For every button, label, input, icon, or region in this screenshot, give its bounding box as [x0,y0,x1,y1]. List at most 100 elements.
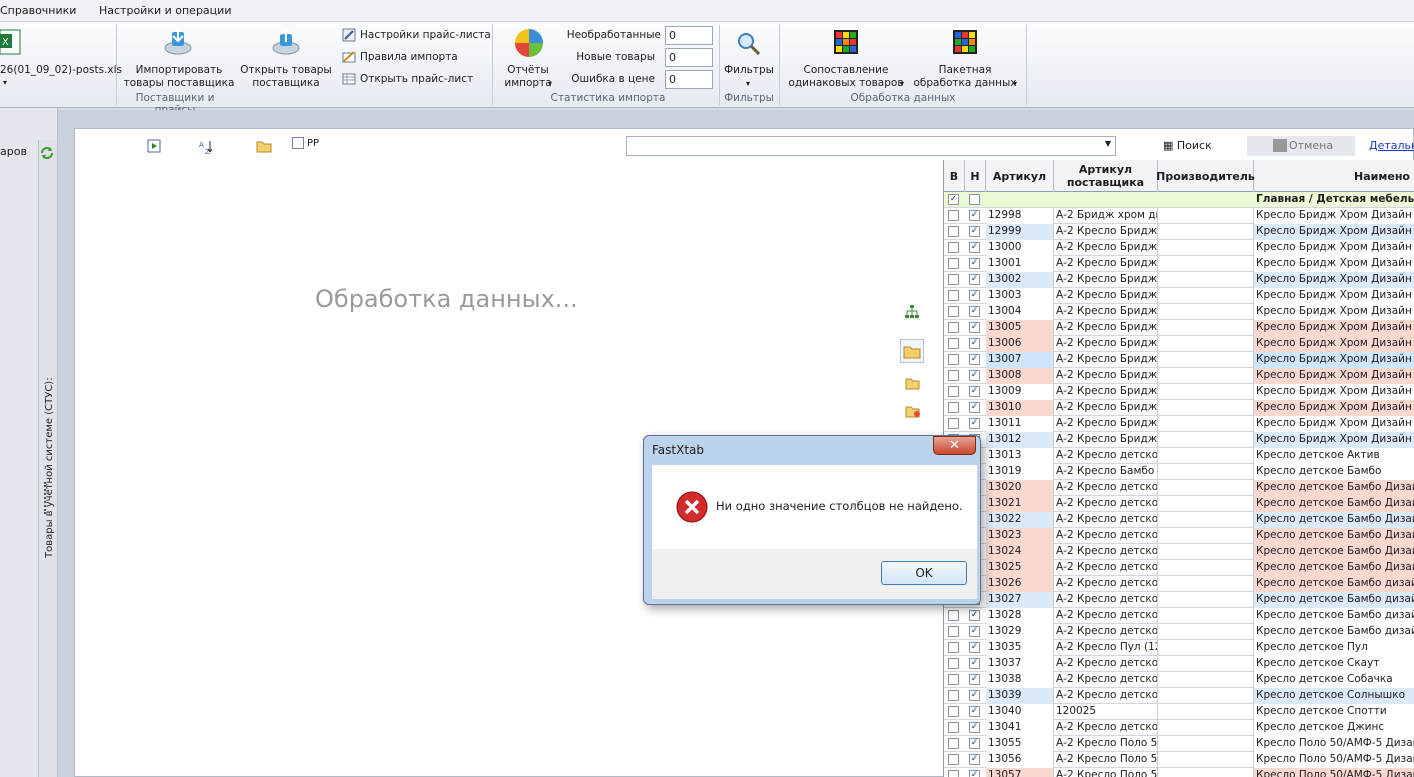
table-row[interactable]: ✓ 13055 А-2 Кресло Поло 50 Кресло Поло 50/А… [944,736,1414,752]
row-checkbox-v[interactable] [948,322,959,333]
column-header-manufacturer[interactable]: Производитель [1156,160,1255,192]
row-checkbox-n[interactable]: ✓ [969,322,980,333]
pp-checkbox[interactable] [292,137,304,149]
row-checkbox-n[interactable]: ✓ [969,402,980,413]
table-row[interactable]: ✓ 12998 А-2 Бридж хром ди Кресло Бридж Хром… [944,208,1414,224]
table-row[interactable]: ✓13019А-2 Кресло Бамбо (Кресло детское Б… [944,464,1414,480]
open-goods-icon[interactable] [271,26,301,56]
row-checkbox-v[interactable] [948,354,959,365]
batch-processing-button[interactable]: Пакетная обработка данных [908,64,1022,90]
table-row[interactable]: ✓ 13035 А-2 Кресло Пул (12 Кресло детское П… [944,640,1414,656]
table-row[interactable]: ✓ 13004 А-2 Кресло Бридж Х Кресло Бридж Хро… [944,304,1414,320]
column-header-n[interactable]: Н [965,160,986,192]
row-checkbox-v[interactable] [948,290,959,301]
filters-button[interactable]: Фильтры [722,64,776,77]
table-row[interactable]: ✓13023А-2 Кресло детскоеКресло детское Б… [944,528,1414,544]
table-row[interactable]: ✓13027А-2 Кресло детскоеКресло детское Б… [944,592,1414,608]
row-checkbox-n[interactable]: ✓ [969,226,980,237]
chevron-down-icon[interactable]: ▾ [548,77,552,90]
row-checkbox-v[interactable] [948,706,959,717]
table-row[interactable]: ✓ 13029 А-2 Кресло детское Кресло детское Б… [944,624,1414,640]
search-button[interactable]: ▦ Поиск [1163,139,1212,152]
compare-same-goods-button[interactable]: Сопоставление одинаковых товаров [782,64,910,90]
table-row[interactable]: ✓13026А-2 Кресло детскоеКресло детское Б… [944,576,1414,592]
column-header-article[interactable]: Артикул [986,160,1054,192]
row-checkbox-v[interactable] [948,402,959,413]
open-supplier-goods-button[interactable]: Открыть товары поставщика [238,64,334,90]
table-row[interactable]: ✓ 13001 А-2 Кресло Бридж Х Кресло Бридж Хро… [944,256,1414,272]
row-checkbox-v[interactable] [948,418,959,429]
table-row[interactable]: ✓ 13007 А-2 Кресло Бридж Х Кресло Бридж Хро… [944,352,1414,368]
folder-open-icon[interactable] [905,376,921,390]
rubik-cube-icon[interactable] [951,28,979,56]
chevron-down-icon[interactable]: ▾ [3,76,7,89]
column-header-name[interactable]: Наимено [1254,160,1414,192]
table-row[interactable]: ✓ 13008 А-2 Кресло Бридж Х Кресло Бридж Хро… [944,368,1414,384]
row-checkbox-v[interactable] [948,770,959,777]
row-checkbox-n[interactable]: ✓ [969,338,980,349]
run-icon[interactable] [147,139,161,153]
table-row[interactable]: ✓13012А-2 Кресло Бридж ХКресло Бридж Хро… [944,432,1414,448]
row-checkbox-n[interactable]: ✓ [969,258,980,269]
table-row[interactable]: ✓ 13000 А-2 Кресло Бридж Х Кресло Бридж Хро… [944,240,1414,256]
column-header-supplier-article[interactable]: Артикул поставщика [1054,160,1158,192]
row-checkbox-n[interactable]: ✓ [969,674,980,685]
table-row[interactable]: ✓ 13038 А-2 Кресло детское Кресло детское С… [944,672,1414,688]
row-checkbox-v[interactable] [948,690,959,701]
table-row[interactable]: ✓ 13009 А-2 Кресло Бридж Х Кресло Бридж Хро… [944,384,1414,400]
table-row[interactable]: ✓13022А-2 Кресло детскоеКресло детское Б… [944,512,1414,528]
table-row[interactable]: ✓13020А-2 Кресло детскоКресло детское Ба… [944,480,1414,496]
table-row[interactable]: ✓13025А-2 Кресло детскоеКресло детское Б… [944,560,1414,576]
table-row[interactable]: ✓ 13037 А-2 Кресло детское Кресло детское С… [944,656,1414,672]
filter-combobox[interactable]: ▼ [626,136,1116,156]
table-row[interactable]: ✓ 13041 А-2 Кресло детское Кресло детское Д… [944,720,1414,736]
row-checkbox-n[interactable]: ✓ [969,738,980,749]
row-checkbox-n[interactable]: ✓ [969,354,980,365]
pie-chart-icon[interactable] [514,28,544,58]
price-list-settings-button[interactable]: Настройки прайс-листа [360,29,491,42]
table-row[interactable]: ✓13013А-2 Кресло детскоеКресло детское А… [944,448,1414,464]
row-checkbox-n[interactable]: ✓ [969,290,980,301]
menu-reference-books[interactable]: Справочники [0,4,76,17]
table-row[interactable]: ✓ 13003 А-2 Кресло Бридж Х Кресло Бридж Хро… [944,288,1414,304]
menu-settings-operations[interactable]: Настройки и операции [99,4,231,17]
chevron-down-icon[interactable]: ▾ [900,77,904,90]
chevron-down-icon[interactable]: ▼ [1105,139,1111,148]
row-checkbox-v[interactable] [948,338,959,349]
chevron-down-icon[interactable]: ▾ [746,77,750,90]
table-row[interactable]: ✓ 13011 А-2 Кресло Бридж Х Кресло Бридж Хро… [944,416,1414,432]
row-checkbox-n[interactable]: ✓ [969,242,980,253]
import-icon[interactable] [163,26,193,56]
row-checkbox-n[interactable]: ✓ [969,210,980,221]
import-rules-button[interactable]: Правила импорта [360,51,458,64]
splitter-grip[interactable] [44,482,48,514]
row-checkbox-v[interactable] [948,258,959,269]
row-checkbox-v[interactable] [948,210,959,221]
tree-icon[interactable] [904,305,920,319]
ok-button[interactable]: OK [881,561,967,585]
row-checkbox-n[interactable]: ✓ [969,610,980,621]
row-checkbox-n[interactable]: ✓ [969,306,980,317]
table-row[interactable]: ✓ 13039 А-2 Кресло детское Кресло детское С… [944,688,1414,704]
column-header-v[interactable]: В [944,160,965,192]
row-checkbox-v[interactable] [948,754,959,765]
excel-file-icon[interactable]: X [0,28,22,56]
row-checkbox-n[interactable]: ✓ [969,690,980,701]
group-checkbox-n[interactable] [969,194,980,205]
folder-lock-icon[interactable] [900,339,924,363]
import-supplier-goods-button[interactable]: Импортировать товары поставщика [120,64,238,90]
row-checkbox-n[interactable]: ✓ [969,722,980,733]
row-checkbox-v[interactable] [948,626,959,637]
row-checkbox-v[interactable] [948,642,959,653]
row-checkbox-n[interactable]: ✓ [969,754,980,765]
row-checkbox-v[interactable] [948,738,959,749]
table-row[interactable]: ✓ 13006 А-2 Кресло Бридж Х Кресло Бридж Хро… [944,336,1414,352]
row-checkbox-v[interactable] [948,242,959,253]
group-checkbox-v[interactable]: ✓ [948,194,959,205]
row-checkbox-v[interactable] [948,274,959,285]
row-checkbox-v[interactable] [948,370,959,381]
table-row[interactable]: ✓ 13010 А-2 Кресло Бридж Х Кресло Бридж Хро… [944,400,1414,416]
row-checkbox-n[interactable]: ✓ [969,626,980,637]
row-checkbox-v[interactable] [948,386,959,397]
row-checkbox-n[interactable]: ✓ [969,370,980,381]
